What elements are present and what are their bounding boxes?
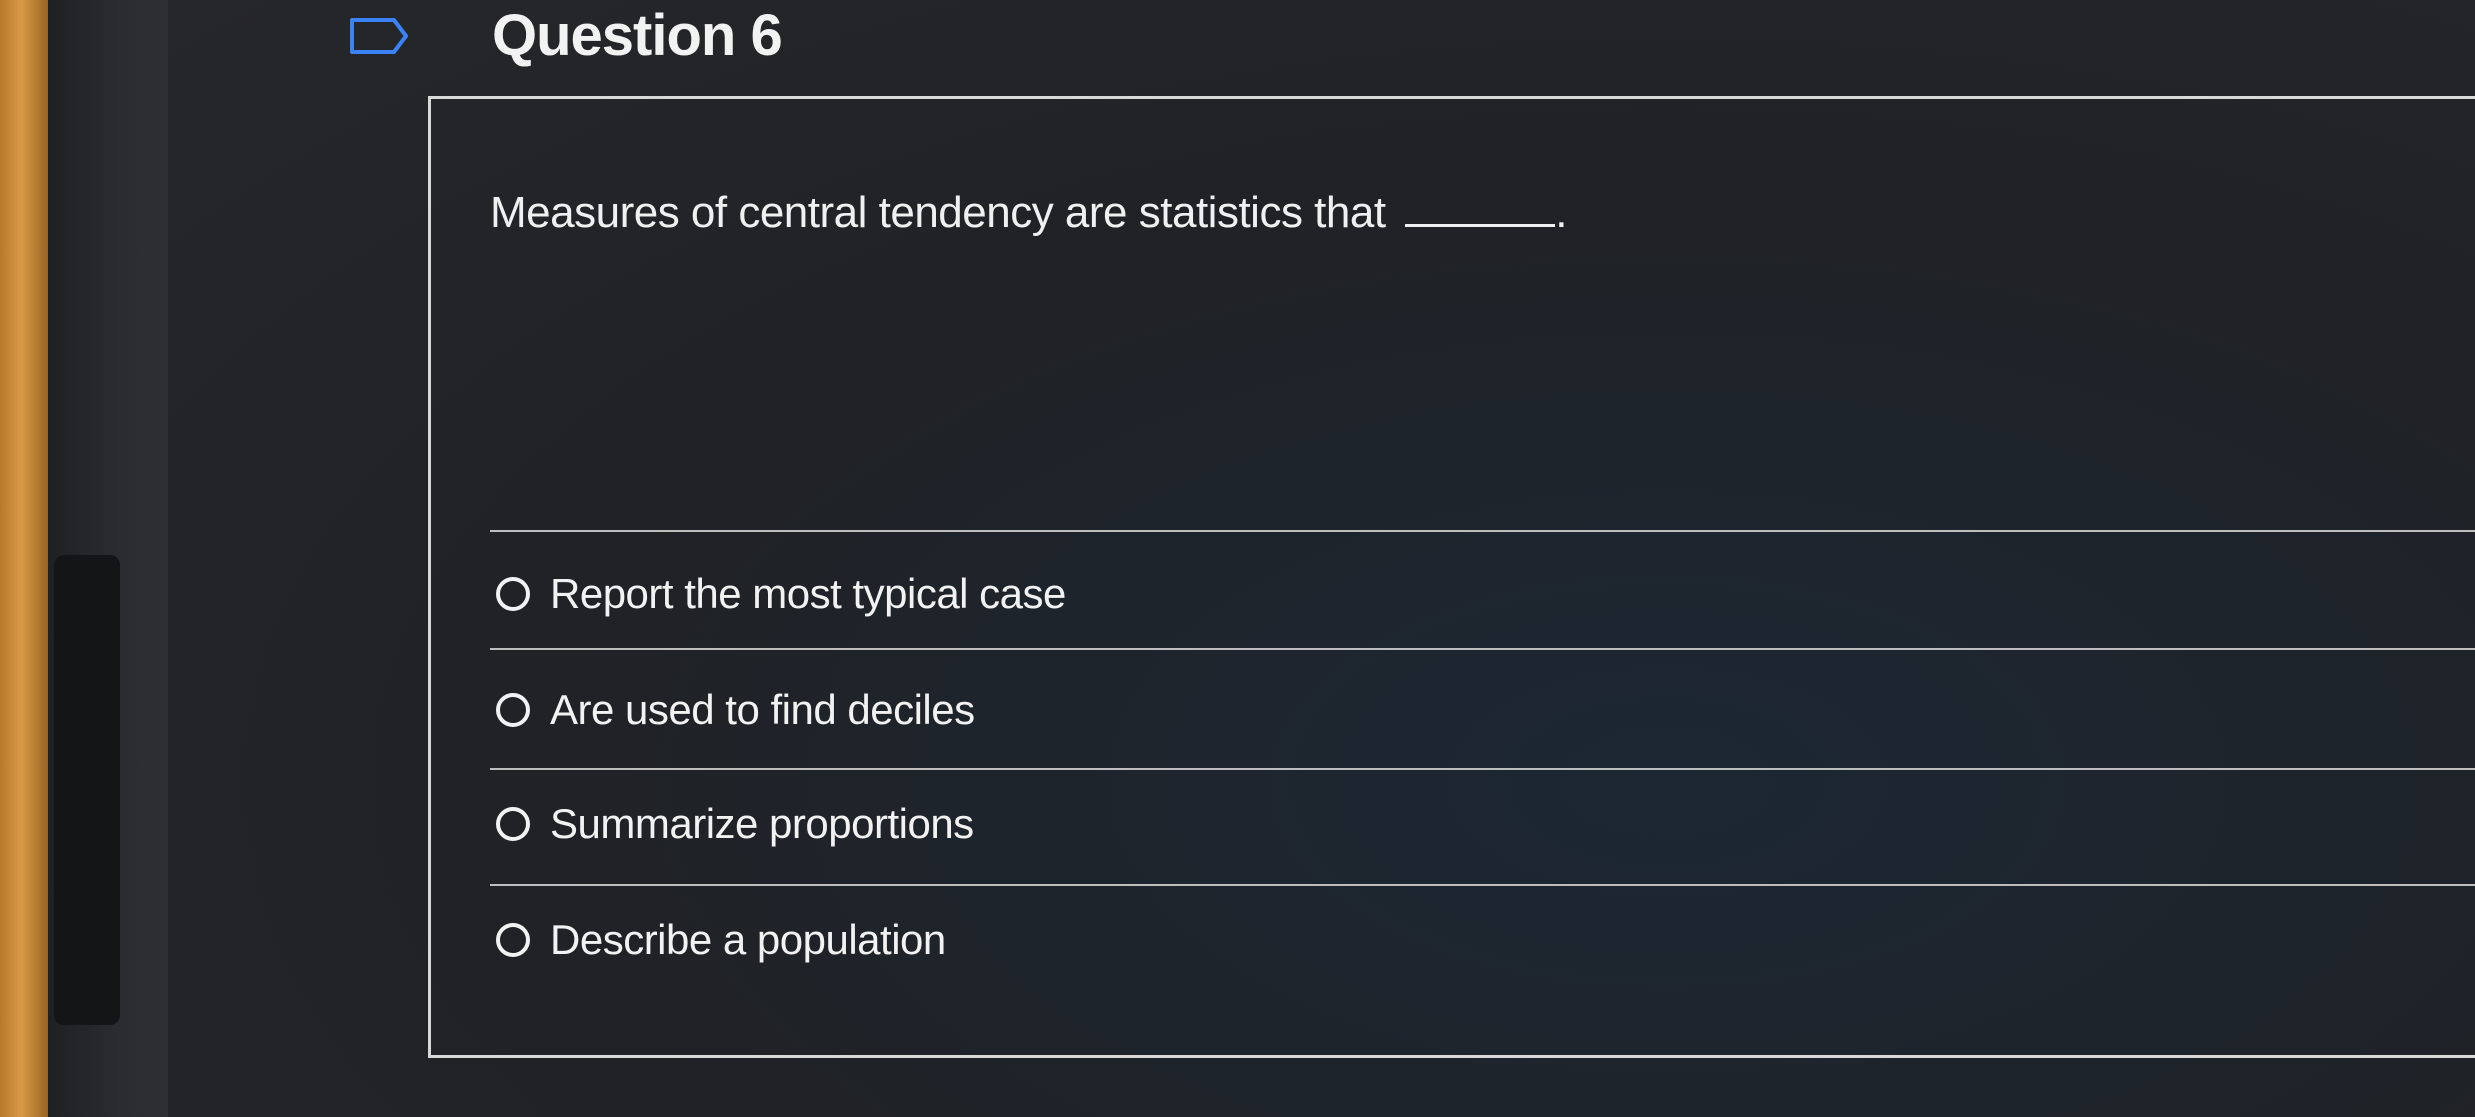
answer-divider [490,530,2475,532]
answer-divider [490,768,2475,770]
radio-button[interactable] [496,807,530,841]
prompt-period: . [1555,188,1568,237]
answer-divider [490,648,2475,650]
answer-label: Report the most typical case [550,570,1066,617]
answer-option-3[interactable]: Summarize proportions [496,794,974,854]
answer-option-2[interactable]: Are used to find deciles [496,680,975,740]
answer-divider [490,884,2475,886]
radio-button[interactable] [496,923,530,957]
fill-blank [1405,190,1556,227]
flag-icon[interactable] [348,16,410,56]
question-title: Question 6 [492,3,783,68]
answer-label: Are used to find deciles [550,686,975,733]
answer-option-4[interactable]: Describe a population [496,910,946,970]
desk-edge [0,0,48,1117]
radio-button[interactable] [496,577,530,611]
radio-button[interactable] [496,693,530,727]
answer-label: Describe a population [550,916,946,963]
question-prompt: Measures of central tendency are statist… [490,188,1568,238]
answer-option-1[interactable]: Report the most typical case [496,564,1066,624]
monitor-bezel-tab [54,555,120,1025]
answer-label: Summarize proportions [550,800,974,847]
question-prompt-text: Measures of central tendency are statist… [490,188,1386,237]
